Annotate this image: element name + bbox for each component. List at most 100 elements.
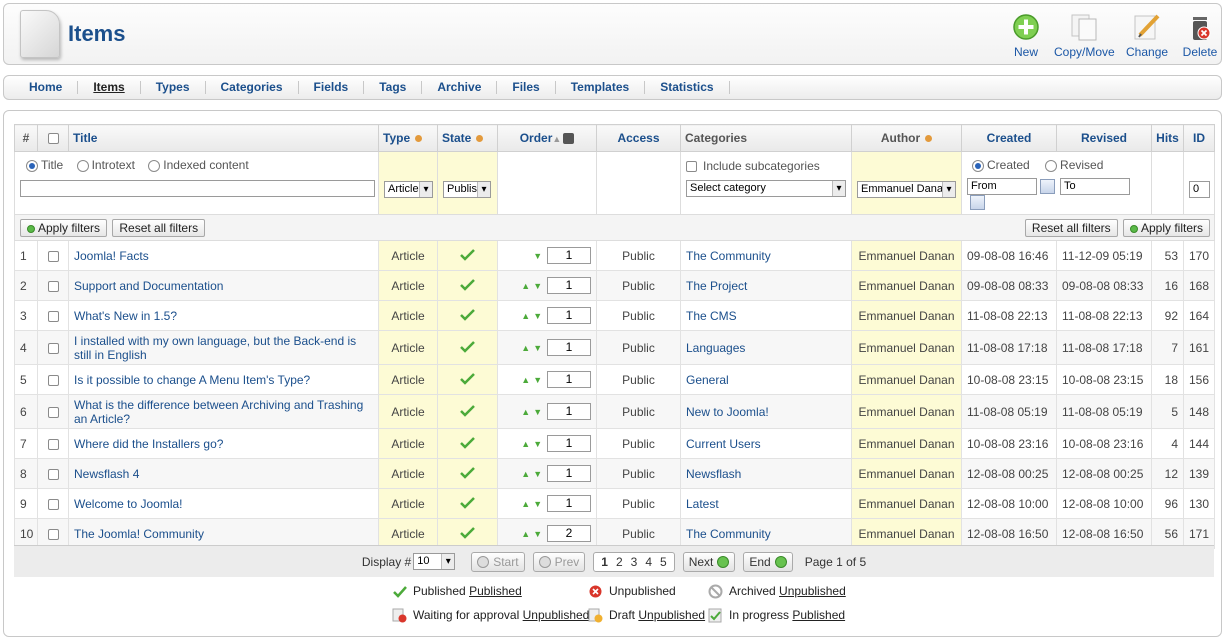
- move-down-icon[interactable]: ▼: [532, 343, 544, 353]
- category-link[interactable]: The CMS: [686, 309, 737, 323]
- category-link[interactable]: Current Users: [686, 437, 761, 451]
- item-title-link[interactable]: What is the difference between Archiving…: [74, 398, 363, 426]
- row-checkbox[interactable]: [47, 439, 59, 451]
- category-link[interactable]: New to Joomla!: [686, 405, 769, 419]
- item-title-link[interactable]: Welcome to Joomla!: [74, 497, 183, 511]
- order-input[interactable]: 1: [547, 495, 591, 513]
- row-checkbox[interactable]: [47, 499, 59, 511]
- access-cell[interactable]: Public: [596, 458, 681, 490]
- access-cell[interactable]: Public: [596, 428, 681, 460]
- category-link[interactable]: The Project: [686, 279, 747, 293]
- item-title-link[interactable]: Is it possible to change A Menu Item's T…: [74, 373, 310, 387]
- reset-filters-button-left[interactable]: Reset all filters: [112, 218, 206, 237]
- published-check-icon[interactable]: [460, 404, 475, 417]
- published-check-icon[interactable]: [460, 278, 475, 291]
- published-check-icon[interactable]: [460, 308, 475, 321]
- row-select-cell[interactable]: [37, 240, 69, 272]
- move-up-icon[interactable]: ▲: [520, 375, 532, 385]
- id-filter-input[interactable]: 0: [1189, 181, 1210, 198]
- menu-item-templates[interactable]: Templates: [556, 81, 646, 94]
- move-down-icon[interactable]: ▼: [532, 469, 544, 479]
- select-all-checkbox[interactable]: [47, 133, 59, 145]
- type-filter-select[interactable]: Article: [384, 181, 433, 198]
- col-created[interactable]: Created: [961, 124, 1057, 152]
- legend-inprogress-link[interactable]: Published: [792, 608, 845, 622]
- published-check-icon[interactable]: [460, 436, 475, 449]
- col-hits[interactable]: Hits: [1151, 124, 1184, 152]
- col-title[interactable]: Title: [68, 124, 379, 152]
- order-input[interactable]: 1: [547, 403, 591, 421]
- menu-item-categories[interactable]: Categories: [206, 81, 299, 94]
- page-3-link[interactable]: 3: [627, 555, 642, 569]
- calendar-icon[interactable]: [1040, 179, 1055, 194]
- change-button[interactable]: Change: [1126, 13, 1168, 59]
- row-select-cell[interactable]: [37, 364, 69, 396]
- row-checkbox[interactable]: [47, 281, 59, 293]
- published-check-icon[interactable]: [460, 526, 475, 539]
- row-select-cell[interactable]: [37, 330, 69, 366]
- col-type-label[interactable]: Type: [383, 131, 410, 145]
- access-cell[interactable]: Public: [596, 300, 681, 332]
- move-up-icon[interactable]: ▲: [520, 529, 532, 539]
- menu-item-files[interactable]: Files: [497, 81, 556, 94]
- menu-item-archive[interactable]: Archive: [422, 81, 498, 94]
- state-cell[interactable]: [437, 364, 498, 396]
- col-type[interactable]: Type: [378, 124, 438, 152]
- reset-filters-button-right[interactable]: Reset all filters: [1024, 219, 1118, 238]
- col-id[interactable]: ID: [1183, 124, 1215, 152]
- access-cell[interactable]: Public: [596, 270, 681, 302]
- order-input[interactable]: 1: [547, 247, 591, 265]
- search-title-radio[interactable]: [26, 159, 38, 172]
- col-state-label[interactable]: State: [442, 131, 471, 145]
- move-up-icon[interactable]: ▲: [520, 439, 532, 449]
- col-select-all[interactable]: [37, 124, 69, 152]
- apply-filters-button-right[interactable]: Apply filters: [1122, 219, 1210, 238]
- menu-item-tags[interactable]: Tags: [364, 81, 423, 94]
- published-check-icon[interactable]: [460, 248, 475, 261]
- row-select-cell[interactable]: [37, 488, 69, 520]
- start-button[interactable]: Start: [471, 551, 525, 572]
- menu-item-types[interactable]: Types: [141, 81, 206, 94]
- menu-item-home[interactable]: Home: [14, 81, 79, 94]
- row-checkbox[interactable]: [47, 469, 59, 481]
- next-button[interactable]: Next: [682, 551, 736, 572]
- item-title-link[interactable]: Support and Documentation: [74, 279, 223, 293]
- search-input[interactable]: [20, 180, 375, 197]
- access-cell[interactable]: Public: [596, 488, 681, 520]
- move-down-icon[interactable]: ▼: [532, 281, 544, 291]
- search-indexed-radio[interactable]: [148, 159, 161, 172]
- menu-item-items[interactable]: Items: [78, 81, 141, 94]
- state-cell[interactable]: [437, 428, 498, 460]
- move-down-icon[interactable]: ▼: [532, 311, 544, 321]
- page-2-link[interactable]: 2: [612, 555, 627, 569]
- row-checkbox[interactable]: [47, 375, 59, 387]
- legend-waiting-link[interactable]: Unpublished: [523, 608, 590, 622]
- row-checkbox[interactable]: [47, 251, 59, 263]
- published-check-icon[interactable]: [460, 340, 475, 353]
- order-input[interactable]: 2: [547, 525, 591, 543]
- state-cell[interactable]: [437, 488, 498, 520]
- end-button[interactable]: End: [743, 551, 793, 572]
- row-checkbox[interactable]: [47, 311, 59, 323]
- col-author-label[interactable]: Author: [881, 131, 920, 145]
- page-1-link[interactable]: 1: [597, 555, 612, 569]
- move-down-icon[interactable]: ▼: [532, 375, 544, 385]
- order-input[interactable]: 1: [547, 339, 591, 357]
- order-input[interactable]: 1: [547, 435, 591, 453]
- access-cell[interactable]: Public: [596, 364, 681, 396]
- published-check-icon[interactable]: [460, 466, 475, 479]
- row-select-cell[interactable]: [37, 394, 69, 430]
- category-link[interactable]: Newsflash: [686, 467, 741, 481]
- col-order-label[interactable]: Order: [520, 131, 553, 145]
- new-button[interactable]: New: [1008, 13, 1044, 59]
- move-up-icon[interactable]: ▲: [520, 469, 532, 479]
- order-input[interactable]: 1: [547, 307, 591, 325]
- access-cell[interactable]: Public: [596, 240, 681, 272]
- apply-filters-button-left[interactable]: Apply filters: [20, 218, 108, 237]
- item-title-link[interactable]: The Joomla! Community: [74, 527, 204, 541]
- row-checkbox[interactable]: [47, 407, 59, 419]
- menu-item-statistics[interactable]: Statistics: [645, 81, 730, 94]
- legend-archived-link[interactable]: Unpublished: [779, 584, 846, 598]
- order-input[interactable]: 1: [547, 465, 591, 483]
- menu-item-fields[interactable]: Fields: [299, 81, 365, 94]
